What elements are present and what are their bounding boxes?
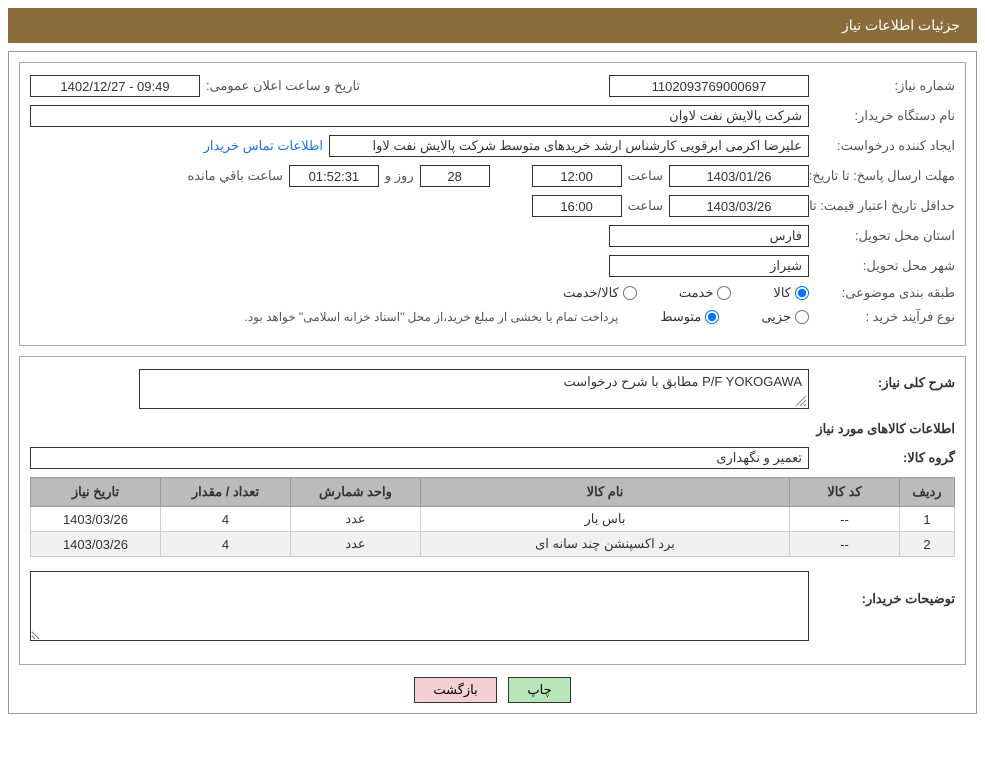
- city-value: شیراز: [609, 255, 809, 277]
- cell-date: 1403/03/26: [31, 507, 161, 532]
- cat-goods-text: کالا: [773, 285, 791, 301]
- cat-goods-input[interactable]: [795, 286, 809, 300]
- cat-service-radio[interactable]: خدمت: [679, 285, 732, 301]
- detail-section: شرح کلی نیاز: P/F YOKOGAWA مطابق با شرح …: [19, 356, 966, 665]
- cat-service-text: خدمت: [679, 285, 714, 301]
- th-name: نام کالا: [421, 478, 790, 507]
- cell-idx: 2: [900, 532, 955, 557]
- deadline-time-label: ساعت: [628, 168, 663, 184]
- need-info-section: شماره نیاز: 1102093769000697 تاریخ و ساع…: [19, 62, 966, 346]
- cat-service-input[interactable]: [717, 286, 731, 300]
- general-desc-field: P/F YOKOGAWA مطابق با شرح درخواست: [139, 369, 809, 409]
- requester-value: علیرضا اکرمی ابرقویی کارشناس ارشد خریدها…: [329, 135, 809, 157]
- cell-idx: 1: [900, 507, 955, 532]
- buyer-org-value: شرکت پالایش نفت لاوان: [30, 105, 809, 127]
- buyer-notes-textarea[interactable]: [30, 571, 809, 641]
- action-bar: چاپ بازگشت: [19, 677, 966, 703]
- requester-label: ایجاد کننده درخواست:: [815, 138, 955, 154]
- cell-date: 1403/03/26: [31, 532, 161, 557]
- proc-medium-input[interactable]: [705, 310, 719, 324]
- cell-name: باس بار: [421, 507, 790, 532]
- deadline-label: مهلت ارسال پاسخ: تا تاریخ:: [815, 168, 955, 184]
- print-button[interactable]: چاپ: [508, 677, 570, 703]
- remain-label: ساعت باقي مانده: [187, 168, 282, 184]
- main-panel: شماره نیاز: 1102093769000697 تاریخ و ساع…: [8, 51, 977, 714]
- validity-time-label: ساعت: [628, 198, 663, 214]
- resize-handle-icon[interactable]: [796, 396, 806, 406]
- proc-minor-text: جزیی: [761, 309, 791, 325]
- table-row: 1 -- باس بار عدد 4 1403/03/26: [31, 507, 955, 532]
- group-label: گروه کالا:: [815, 450, 955, 466]
- panel-title: جزئیات اطلاعات نیاز: [842, 17, 960, 33]
- cat-goods-service-text: کالا/خدمت: [563, 285, 619, 301]
- announce-label: تاریخ و ساعت اعلان عمومی:: [206, 78, 360, 94]
- back-button[interactable]: بازگشت: [414, 677, 496, 703]
- process-label: نوع فرآیند خرید :: [815, 309, 955, 325]
- cat-goods-service-input[interactable]: [623, 286, 637, 300]
- general-desc-label: شرح کلی نیاز:: [815, 369, 955, 391]
- cell-unit: عدد: [291, 532, 421, 557]
- cell-code: --: [790, 532, 900, 557]
- province-value: فارس: [609, 225, 809, 247]
- countdown-timer: 01:52:31: [289, 165, 379, 187]
- proc-minor-radio[interactable]: جزیی: [761, 309, 809, 325]
- cell-qty: 4: [161, 532, 291, 557]
- deadline-date: 1403/01/26: [669, 165, 809, 187]
- goods-table: ردیف کد کالا نام کالا واحد شمارش تعداد /…: [30, 477, 955, 557]
- days-remaining: 28: [420, 165, 490, 187]
- goods-info-header: اطلاعات کالاهای مورد نیاز: [816, 421, 955, 437]
- days-label: روز و: [385, 168, 414, 184]
- buyer-notes-label: توضیحات خریدار:: [815, 571, 955, 607]
- general-desc-text: P/F YOKOGAWA مطابق با شرح درخواست: [563, 374, 802, 389]
- city-label: شهر محل تحویل:: [815, 258, 955, 274]
- table-row: 2 -- برد اکسپنشن چند سانه ای عدد 4 1403/…: [31, 532, 955, 557]
- cell-code: --: [790, 507, 900, 532]
- cat-goods-service-radio[interactable]: کالا/خدمت: [563, 285, 637, 301]
- need-number-value: 1102093769000697: [609, 75, 809, 97]
- th-qty: تعداد / مقدار: [161, 478, 291, 507]
- proc-medium-radio[interactable]: متوسط: [660, 309, 719, 325]
- cell-name: برد اکسپنشن چند سانه ای: [421, 532, 790, 557]
- th-row: ردیف: [900, 478, 955, 507]
- proc-medium-text: متوسط: [660, 309, 701, 325]
- panel-header: جزئیات اطلاعات نیاز: [8, 8, 977, 43]
- province-label: استان محل تحویل:: [815, 228, 955, 244]
- th-code: کد کالا: [790, 478, 900, 507]
- proc-minor-input[interactable]: [795, 310, 809, 324]
- buyer-contact-link[interactable]: اطلاعات تماس خریدار: [204, 138, 323, 154]
- category-label: طبقه بندی موضوعی:: [815, 285, 955, 301]
- validity-time: 16:00: [532, 195, 622, 217]
- validity-date: 1403/03/26: [669, 195, 809, 217]
- cell-unit: عدد: [291, 507, 421, 532]
- announce-value: 1402/12/27 - 09:49: [30, 75, 200, 97]
- cell-qty: 4: [161, 507, 291, 532]
- buyer-org-label: نام دستگاه خریدار:: [815, 108, 955, 124]
- validity-label: حداقل تاریخ اعتبار قیمت: تا تاریخ:: [815, 198, 955, 214]
- payment-note: پرداخت تمام یا بخشی از مبلغ خرید،از محل …: [245, 310, 619, 324]
- need-number-label: شماره نیاز:: [815, 78, 955, 94]
- cat-goods-radio[interactable]: کالا: [773, 285, 809, 301]
- th-unit: واحد شمارش: [291, 478, 421, 507]
- group-value: تعمیر و نگهداری: [30, 447, 809, 469]
- th-date: تاریخ نیاز: [31, 478, 161, 507]
- deadline-time: 12:00: [532, 165, 622, 187]
